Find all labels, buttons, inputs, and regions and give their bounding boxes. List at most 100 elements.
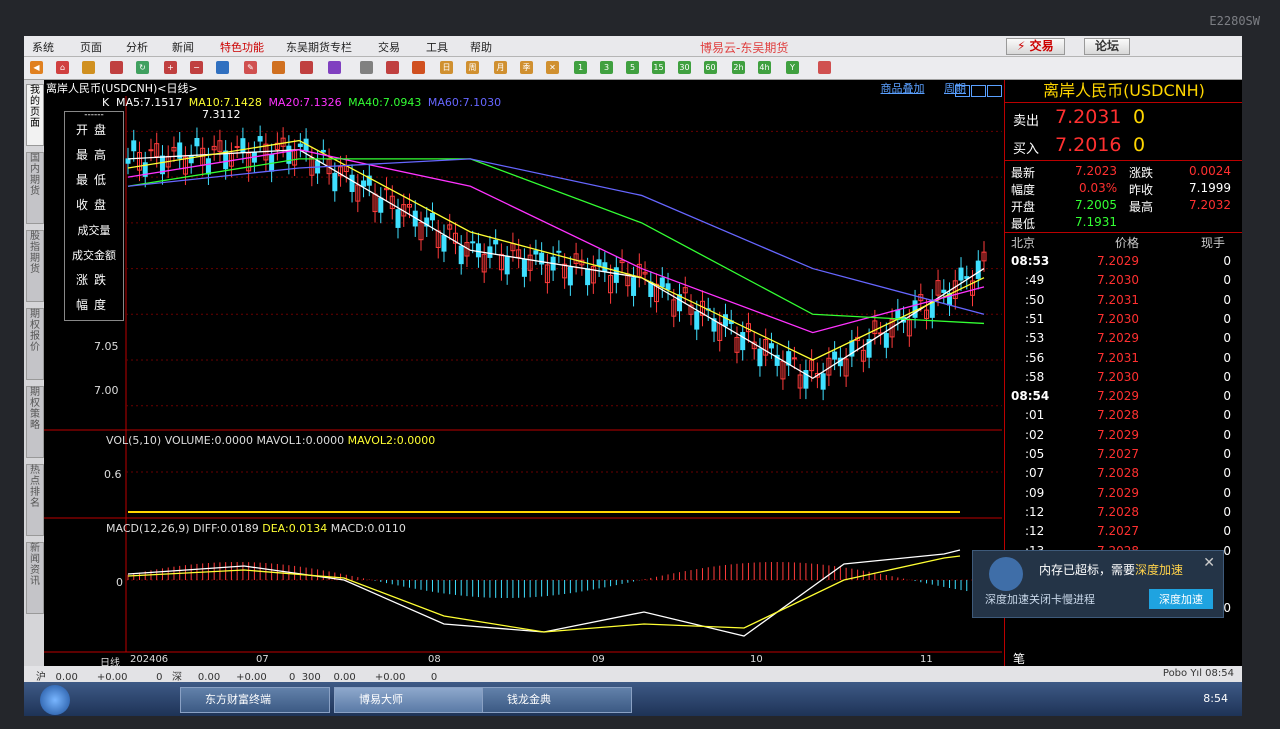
min60-icon[interactable]: 60: [704, 61, 717, 74]
filter-icon[interactable]: [300, 61, 313, 74]
task-boyi-master[interactable]: 博易大师: [334, 687, 484, 713]
day-period-icon[interactable]: 日: [440, 61, 453, 74]
zoom-out-icon[interactable]: −: [190, 61, 203, 74]
stat-open-value: 7.2005: [1075, 198, 1117, 212]
list-icon[interactable]: [360, 61, 373, 74]
tick-price: 7.2029: [1097, 254, 1139, 268]
menu-help[interactable]: 帮助: [470, 39, 492, 55]
menu-page[interactable]: 页面: [80, 39, 102, 55]
draw-icon[interactable]: [272, 61, 285, 74]
tick-row: :09 7.2029 0: [1005, 486, 1242, 505]
tick-row: :12 7.2028 0: [1005, 505, 1242, 524]
task-qianlong[interactable]: 钱龙金典: [482, 687, 632, 713]
pen-icon[interactable]: ✎: [244, 61, 257, 74]
sidebar-item-my-page[interactable]: 我的页面: [26, 84, 44, 146]
h2-icon[interactable]: 2h: [732, 61, 745, 74]
tick-volume: 0: [1223, 408, 1231, 423]
tick-volume: 0: [1223, 447, 1231, 461]
ma40-label: MA40:7.0943: [348, 96, 422, 109]
min1-icon[interactable]: 1: [574, 61, 587, 74]
calendar-icon[interactable]: [818, 61, 831, 74]
buy-label: 买入: [1013, 142, 1040, 157]
candle-body: [205, 158, 211, 175]
sell-price: 7.2031: [1055, 106, 1122, 128]
h4-icon[interactable]: 4h: [758, 61, 771, 74]
sidebar-item-hot-ranking[interactable]: 热点排名: [26, 464, 44, 536]
news-icon[interactable]: [110, 61, 123, 74]
status-bar: 沪 0.00 +0.00 0 深 0.00 +0.00 0 300 0.00 +…: [24, 666, 1242, 683]
tick-price: 7.2029: [1097, 427, 1139, 442]
sidebar-item-news[interactable]: 新闻资讯: [26, 542, 44, 614]
accelerate-button[interactable]: 深度加速: [1149, 589, 1213, 609]
sidebar-item-index-futures[interactable]: 股指期货: [26, 230, 44, 302]
sell-label: 卖出: [1013, 114, 1040, 129]
refresh-icon[interactable]: ↻: [136, 61, 149, 74]
tick-price: 7.2031: [1097, 350, 1139, 365]
stat-high-label: 最高: [1129, 200, 1154, 214]
tick-volume: 0: [1223, 389, 1231, 404]
menu-trade[interactable]: 交易: [378, 39, 400, 55]
indicator-icon[interactable]: [328, 61, 341, 74]
tick-time: 08:54: [1011, 389, 1050, 404]
kline-chart-area[interactable]: 离岸人民币(USDCNH)<日线> 商品叠加 周期 K MA5:7.1517 M…: [44, 80, 1002, 669]
memory-alert-popup: 内存已超标，需要深度加速 深度加速关闭卡慢进程 深度加速 ✕: [972, 550, 1224, 618]
tick-row: :05 7.2027 0: [1005, 447, 1242, 466]
stat-latest-label: 最新: [1011, 166, 1036, 180]
candle-body: [194, 137, 200, 147]
kline-icon[interactable]: [412, 61, 425, 74]
candle-body: [475, 243, 481, 258]
ohlc-open: 开盘: [75, 123, 112, 137]
month-period-icon[interactable]: 月: [494, 61, 507, 74]
expand-icon[interactable]: [987, 85, 1002, 97]
window-icon[interactable]: [216, 61, 229, 74]
candle-body: [188, 155, 194, 164]
sidebar-item-option-strategy[interactable]: 期权策略: [26, 386, 44, 458]
year-icon[interactable]: Y: [786, 61, 799, 74]
candle-body: [504, 256, 510, 275]
tick-row: :56 7.2031 0: [1005, 351, 1242, 370]
next-icon[interactable]: [971, 85, 986, 97]
menu-dongwu-column[interactable]: 东吴期货专栏: [286, 39, 352, 55]
folder-icon[interactable]: [82, 61, 95, 74]
close-icon[interactable]: ✕: [1203, 555, 1215, 571]
candle-body: [567, 266, 573, 286]
shield-icon: [989, 557, 1023, 591]
week-period-icon[interactable]: 周: [466, 61, 479, 74]
prev-icon[interactable]: [955, 85, 970, 97]
forum-button[interactable]: 论坛: [1084, 38, 1131, 55]
menu-system[interactable]: 系统: [32, 39, 54, 55]
min3-icon[interactable]: 3: [600, 61, 613, 74]
tick-row: :51 7.2030 0: [1005, 312, 1242, 331]
home-icon[interactable]: ⌂: [56, 61, 69, 74]
tick-time: :05: [1025, 447, 1045, 461]
tick-volume: 0: [1223, 331, 1231, 346]
popup-highlight[interactable]: 深度加速: [1135, 563, 1183, 577]
menu-features[interactable]: 特色功能: [220, 39, 264, 55]
year-period-icon[interactable]: 季: [520, 61, 533, 74]
min15-icon[interactable]: 15: [652, 61, 665, 74]
ohlc-high: 最高: [75, 148, 112, 162]
popup-text: 内存已超标，需要深度加速: [1039, 561, 1183, 578]
task-eastmoney[interactable]: 东方财富终端: [180, 687, 330, 713]
candle-body: [791, 357, 797, 360]
cross-icon[interactable]: ✕: [546, 61, 559, 74]
menu-tools[interactable]: 工具: [426, 39, 448, 55]
min5-icon[interactable]: 5: [626, 61, 639, 74]
ma-line-ma40: [127, 158, 985, 325]
tick-time: :09: [1025, 485, 1045, 500]
tick-volume: 0: [1223, 601, 1231, 616]
tick-time: :02: [1025, 427, 1045, 442]
start-button-icon[interactable]: [40, 685, 70, 715]
candle-body: [378, 197, 384, 213]
min30-icon[interactable]: 30: [678, 61, 691, 74]
back-icon[interactable]: ◀: [30, 61, 43, 74]
overlay-link[interactable]: 商品叠加: [881, 82, 925, 95]
sidebar-item-option-quotes[interactable]: 期权报价: [26, 308, 44, 380]
candle-body: [521, 258, 527, 277]
menu-news[interactable]: 新闻: [172, 39, 194, 55]
zoom-in-icon[interactable]: +: [164, 61, 177, 74]
menu-analysis[interactable]: 分析: [126, 39, 148, 55]
sidebar-item-domestic-futures[interactable]: 国内期货: [26, 152, 44, 224]
trade-button[interactable]: ⚡ 交易: [1006, 38, 1065, 55]
line-chart-icon[interactable]: [386, 61, 399, 74]
